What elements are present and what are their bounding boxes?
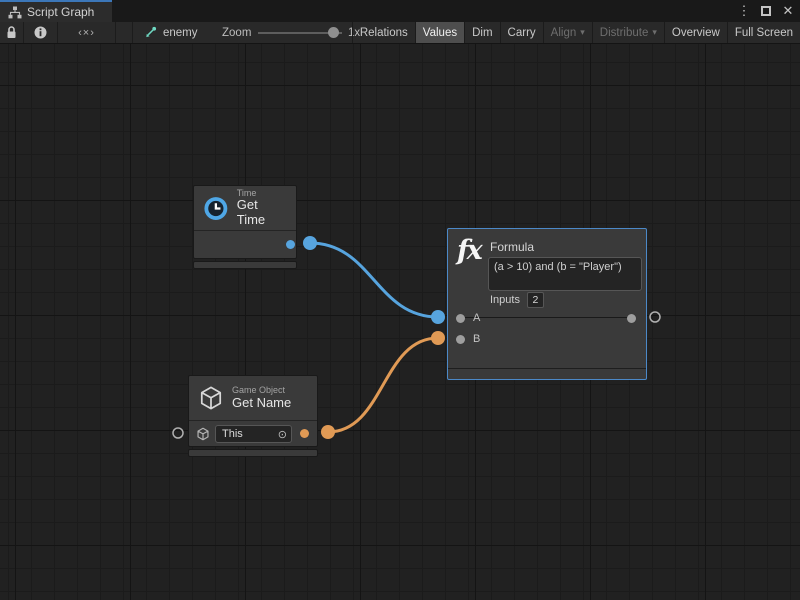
node-title: Formula xyxy=(490,240,534,254)
toolbar-toggle-group: Relations Values Dim Carry Align ▾ Distr… xyxy=(352,22,800,43)
graph-toolbar: ‹×› enemy Zoom 1x Relations Values Dim xyxy=(0,22,800,44)
inputs-count-input[interactable]: 2 xyxy=(527,292,544,308)
get-time-header[interactable]: Time Get Time xyxy=(194,186,296,230)
port-b-label: B xyxy=(473,332,480,346)
target-value: This xyxy=(222,428,278,440)
port-a-input[interactable] xyxy=(456,314,465,323)
inputs-label: Inputs xyxy=(490,294,520,306)
close-icon: ✕ xyxy=(783,3,794,19)
clock-icon xyxy=(203,195,229,222)
port-row-a: A xyxy=(448,311,646,325)
node-footer-divider xyxy=(448,368,646,369)
wire-endpoint-orange[interactable] xyxy=(321,425,335,439)
get-time-body xyxy=(194,230,296,258)
connection-wire-blue[interactable] xyxy=(310,243,438,317)
tab-bar: Script Graph ⋮ ✕ xyxy=(0,0,800,22)
gameobject-target-field[interactable]: This ⊙ xyxy=(215,425,292,443)
object-picker-icon[interactable]: ⊙ xyxy=(278,428,287,441)
fullscreen-button[interactable]: Full Screen xyxy=(727,22,800,43)
formula-output-socket[interactable] xyxy=(650,312,660,322)
carry-button[interactable]: Carry xyxy=(500,22,543,43)
cube-icon xyxy=(196,427,210,441)
carry-label: Carry xyxy=(508,27,536,39)
dropdown-arrow-icon: ▾ xyxy=(652,27,657,38)
node-get-name[interactable]: Game Object Get Name This ⊙ xyxy=(188,375,318,457)
node-footer xyxy=(188,449,318,457)
getname-input-socket[interactable] xyxy=(173,428,183,438)
fx-icon: fx xyxy=(457,235,489,266)
node-title: Get Name xyxy=(232,396,291,411)
lock-button[interactable] xyxy=(0,22,24,43)
wire-endpoint-orange[interactable] xyxy=(431,331,445,345)
node-title: Get Time xyxy=(237,198,287,228)
formula-output-port[interactable] xyxy=(627,314,636,323)
dropdown-arrow-icon: ▾ xyxy=(580,27,585,38)
more-icon: ⋮ xyxy=(738,3,751,19)
graph-canvas[interactable]: Time Get Time fx Formula (a > 10) and (b… xyxy=(0,44,800,600)
distribute-button[interactable]: Distribute ▾ xyxy=(592,22,664,43)
tab-script-graph[interactable]: Script Graph xyxy=(0,0,112,22)
get-name-body: This ⊙ xyxy=(189,420,317,446)
info-icon xyxy=(34,26,47,39)
port-a-label: A xyxy=(473,311,480,325)
port-b-input[interactable] xyxy=(456,335,465,344)
get-name-header[interactable]: Game Object Get Name xyxy=(189,376,317,420)
script-graph-window: Script Graph ⋮ ✕ xyxy=(0,0,800,600)
relations-label: Relations xyxy=(360,27,408,39)
cube-icon xyxy=(198,385,224,411)
overview-button[interactable]: Overview xyxy=(664,22,727,43)
tab-title: Script Graph xyxy=(27,5,94,19)
connection-wire-orange[interactable] xyxy=(328,338,438,432)
code-toggle-button[interactable]: ‹×› xyxy=(58,22,116,43)
graph-name: enemy xyxy=(163,27,198,39)
code-toggle-icon: ‹×› xyxy=(78,27,95,39)
wire-endpoint-blue[interactable] xyxy=(303,236,317,250)
relations-button[interactable]: Relations xyxy=(352,22,415,43)
wire-endpoint-blue[interactable] xyxy=(431,310,445,324)
maximize-icon xyxy=(761,6,771,16)
get-name-output-port[interactable] xyxy=(300,429,309,438)
info-button[interactable] xyxy=(24,22,58,43)
connections-layer xyxy=(0,44,800,600)
get-time-output-port[interactable] xyxy=(286,240,295,249)
close-button[interactable]: ✕ xyxy=(780,2,796,20)
zoom-slider[interactable] xyxy=(258,22,342,43)
graph-breadcrumb[interactable]: enemy xyxy=(132,22,198,43)
graph-node-icon xyxy=(144,26,157,39)
align-label: Align xyxy=(551,27,577,39)
zoom-label: Zoom xyxy=(222,22,251,43)
graph-hierarchy-icon xyxy=(8,6,22,19)
align-button[interactable]: Align ▾ xyxy=(543,22,592,43)
maximize-button[interactable] xyxy=(758,2,774,20)
node-footer xyxy=(193,261,297,269)
dim-label: Dim xyxy=(472,27,492,39)
window-menu-button[interactable]: ⋮ xyxy=(736,2,752,20)
node-get-time[interactable]: Time Get Time xyxy=(193,185,297,269)
node-formula[interactable]: fx Formula (a > 10) and (b = "Player") I… xyxy=(447,228,647,380)
port-row-b: B xyxy=(448,332,646,346)
overview-label: Overview xyxy=(672,27,720,39)
fullscreen-label: Full Screen xyxy=(735,27,793,39)
window-controls: ⋮ ✕ xyxy=(736,0,796,22)
zoom-slider-handle[interactable] xyxy=(328,27,339,38)
dim-button[interactable]: Dim xyxy=(464,22,499,43)
distribute-label: Distribute xyxy=(600,27,649,39)
values-button[interactable]: Values xyxy=(415,22,464,43)
formula-inputs-row: Inputs 2 xyxy=(490,292,544,308)
formula-expression-input[interactable]: (a > 10) and (b = "Player") xyxy=(488,257,642,291)
lock-icon xyxy=(6,26,17,39)
values-label: Values xyxy=(423,27,457,39)
